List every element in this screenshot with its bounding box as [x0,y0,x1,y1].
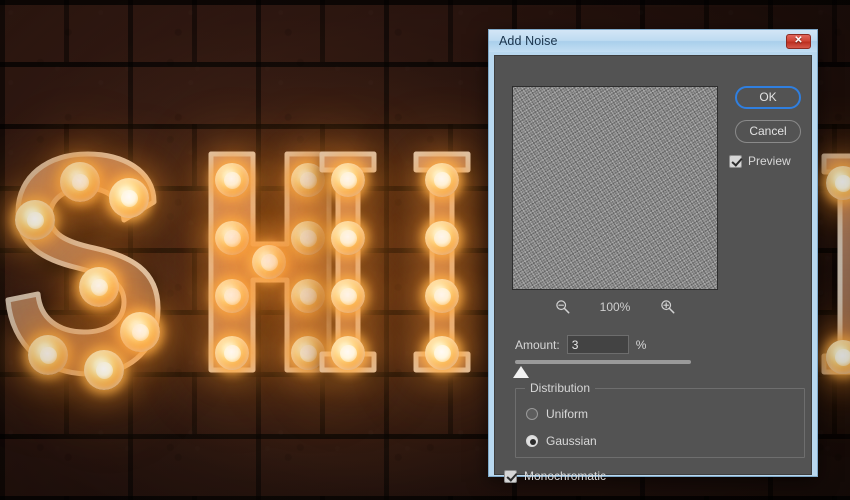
bulb [60,162,100,202]
photoshop-canvas: Add Noise ✕ OK Cancel Preview [0,0,850,500]
bulb [331,336,365,370]
bulb [215,163,249,197]
preview-zoom-controls: 100% [512,299,718,314]
bulb [84,350,124,390]
monochromatic-label: Monochromatic [524,469,606,483]
cancel-button[interactable]: Cancel [735,120,801,143]
marquee-letter-i-2 [412,148,472,378]
preview-checkbox-label: Preview [748,154,791,168]
zoom-level-label: 100% [600,300,631,314]
dialog-title-bar[interactable]: Add Noise ✕ [489,30,817,52]
bulb [425,336,459,370]
radio-button[interactable] [526,435,538,447]
amount-input[interactable] [567,335,629,354]
radio-uniform-label: Uniform [546,407,588,421]
dialog-body: OK Cancel Preview 100% [494,55,812,475]
bulb [79,267,119,307]
marquee-letter-i-1 [318,148,378,378]
bulb [331,163,365,197]
amount-label: Amount: [515,338,560,352]
dialog-actions: OK Cancel Preview [727,86,809,168]
bulb [331,221,365,255]
slider-track[interactable] [515,360,691,364]
ok-button[interactable]: OK [735,86,801,109]
checkbox-box[interactable] [504,470,517,483]
distribution-legend: Distribution [525,381,595,395]
bulb [425,279,459,313]
radio-gaussian[interactable]: Gaussian [526,434,597,448]
bulb [15,200,55,240]
close-icon[interactable]: ✕ [786,34,811,49]
radio-button[interactable] [526,408,538,420]
monochromatic-checkbox[interactable]: Monochromatic [504,469,606,483]
bulb [215,279,249,313]
preview-checkbox[interactable]: Preview [729,154,809,168]
bulb [425,221,459,255]
bulb [109,178,149,218]
amount-slider[interactable] [515,360,691,382]
noise-pattern [512,86,718,290]
bulb [252,245,286,279]
radio-uniform[interactable]: Uniform [526,407,588,421]
marquee-letter-h [205,148,335,378]
bulb [215,336,249,370]
add-noise-dialog: Add Noise ✕ OK Cancel Preview [488,29,818,477]
noise-preview-thumbnail[interactable] [512,86,718,290]
zoom-out-icon[interactable] [555,299,570,314]
amount-unit-label: % [636,338,647,352]
bulb [120,312,160,352]
slider-thumb[interactable] [513,366,529,378]
bulb [425,163,459,197]
distribution-group: Distribution Uniform Gaussian [515,388,805,458]
radio-gaussian-label: Gaussian [546,434,597,448]
bulb [28,335,68,375]
dialog-title: Add Noise [499,34,558,48]
bulb [331,279,365,313]
amount-row: Amount: % [515,335,646,354]
marquee-letter-s [4,150,184,380]
bulb [215,221,249,255]
checkbox-box[interactable] [729,155,742,168]
marquee-letter-partial-right [820,150,850,380]
zoom-in-icon[interactable] [660,299,675,314]
